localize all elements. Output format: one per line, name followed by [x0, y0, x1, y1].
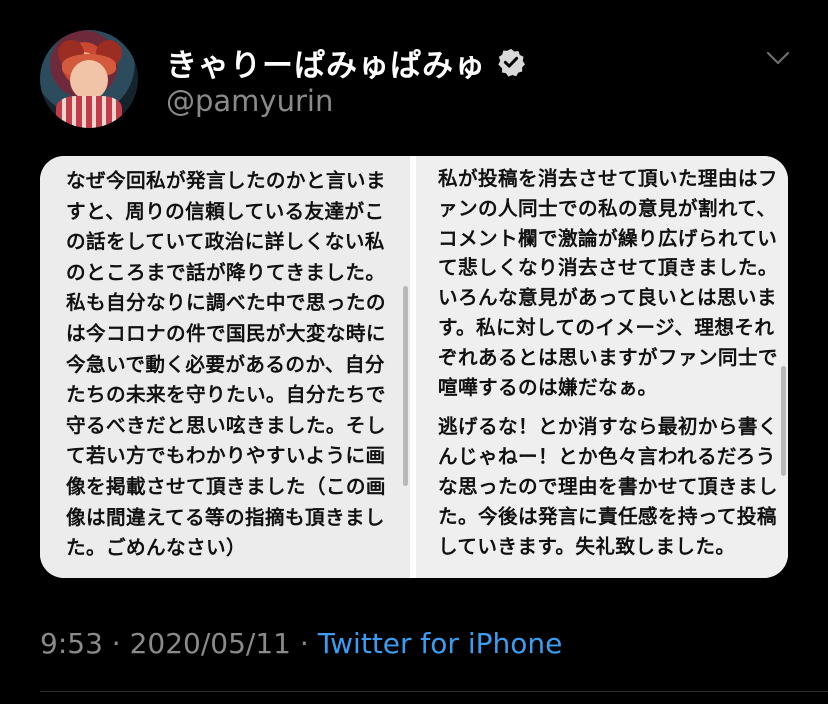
meta-separator: · — [102, 627, 130, 660]
media-text-left: なぜ今回私が発言したのかと言いますと、周りの信頼している友達がこの話をしていて政… — [66, 169, 386, 560]
media-image-right[interactable]: 私が投稿を消去させて頂いた理由はファンの人同士での私の意見が割れて、コメント欄で… — [416, 156, 788, 578]
tweet-date[interactable]: 2020/05/11 — [130, 627, 291, 660]
chevron-down-icon[interactable] — [766, 50, 790, 66]
tweet-source-link[interactable]: Twitter for iPhone — [318, 627, 563, 660]
media-text-right-2: 逃げるな！とか消すなら最初から書くんじゃねー！とか色々言われるだろうな思ったので… — [438, 415, 778, 558]
verified-badge-icon — [498, 48, 525, 77]
display-name[interactable]: きゃりーぱみゅぱみゅ — [166, 40, 486, 85]
divider — [40, 691, 828, 692]
avatar-decoration — [56, 96, 122, 128]
avatar[interactable] — [40, 30, 138, 128]
tweet: きゃりーぱみゅぱみゅ @pamyurin なぜ今回私が発言したのかと言いますと、… — [0, 0, 828, 704]
user-handle[interactable]: @pamyurin — [166, 84, 333, 118]
tweet-meta: 9:53 · 2020/05/11 · Twitter for iPhone — [40, 627, 562, 660]
tweet-media[interactable]: なぜ今回私が発言したのかと言いますと、周りの信頼している友達がこの話をしていて政… — [40, 156, 788, 578]
scroll-indicator — [403, 286, 408, 486]
meta-separator: · — [290, 627, 318, 660]
author-name-row[interactable]: きゃりーぱみゅぱみゅ — [166, 40, 526, 84]
scroll-indicator — [781, 366, 786, 476]
media-image-left[interactable]: なぜ今回私が発言したのかと言いますと、周りの信頼している友達がこの話をしていて政… — [40, 156, 410, 578]
media-text-right-1: 私が投稿を消去させて頂いた理由はファンの人同士での私の意見が割れて、コメント欄で… — [438, 167, 778, 399]
avatar-decoration — [70, 60, 108, 100]
tweet-time[interactable]: 9:53 — [40, 627, 103, 660]
